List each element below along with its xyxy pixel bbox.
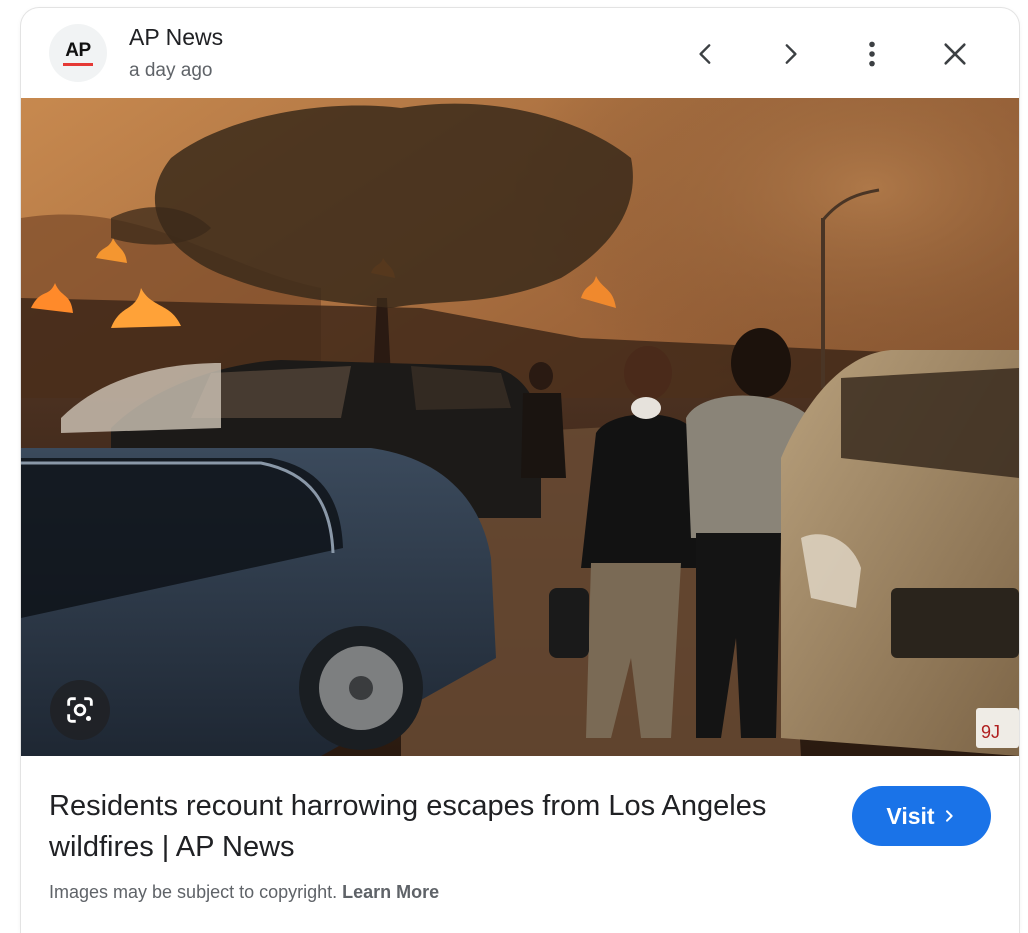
next-button[interactable] <box>766 30 814 78</box>
source-name[interactable]: AP News <box>129 24 223 51</box>
article-title[interactable]: Residents recount harrowing escapes from… <box>49 786 789 868</box>
chevron-right-icon <box>785 44 797 64</box>
source-logo-underline <box>63 62 93 66</box>
visit-button[interactable]: Visit <box>852 786 991 846</box>
card-header: AP AP News a day ago <box>21 8 1019 98</box>
copyright-text: Images may be subject to copyright. <box>49 882 338 902</box>
chevron-left-icon <box>699 44 711 64</box>
copyright-notice: Images may be subject to copyright. Lear… <box>49 882 439 903</box>
svg-text:9J: 9J <box>981 722 1000 742</box>
more-options-button[interactable] <box>848 30 896 78</box>
source-logo: AP <box>49 24 107 82</box>
lens-search-button[interactable] <box>50 680 110 740</box>
chevron-right-small-icon <box>945 810 953 822</box>
source-logo-text: AP <box>65 39 91 61</box>
previous-button[interactable] <box>682 30 730 78</box>
image-preview-card: AP AP News a day ago 9J Residents recoun… <box>21 8 1019 933</box>
timestamp: a day ago <box>129 60 213 81</box>
learn-more-link[interactable]: Learn More <box>342 882 439 902</box>
more-vert-icon <box>869 41 875 67</box>
visit-button-label: Visit <box>886 802 935 829</box>
wildfire-photo-image: 9J <box>21 98 1019 756</box>
close-button[interactable] <box>931 30 979 78</box>
wildfire-photo[interactable]: 9J <box>21 98 1019 756</box>
close-icon <box>944 43 966 65</box>
lens-search-icon <box>67 697 93 723</box>
